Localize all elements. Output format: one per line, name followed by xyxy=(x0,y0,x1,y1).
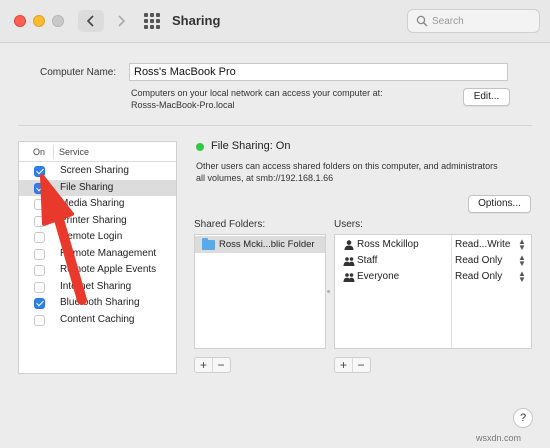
service-row-media-sharing[interactable]: Media Sharing xyxy=(19,196,176,213)
forward-button[interactable] xyxy=(108,10,134,32)
chevron-left-icon xyxy=(86,15,94,27)
window-title: Sharing xyxy=(172,13,221,28)
service-label: Media Sharing xyxy=(60,198,125,209)
add-folder-button[interactable]: + xyxy=(195,358,212,372)
service-row-remote-management[interactable]: Remote Management xyxy=(19,246,176,263)
service-row-printer-sharing[interactable]: Printer Sharing xyxy=(19,213,176,230)
list-splitter-handle[interactable] xyxy=(327,290,330,293)
chevron-up-down-icon: ▲ ▼ xyxy=(518,269,526,284)
service-label: Remote Management xyxy=(60,247,157,259)
computer-name-label: Computer Name: xyxy=(40,67,117,78)
group-icon xyxy=(343,257,355,266)
content-caching-checkbox[interactable] xyxy=(34,314,45,326)
chevron-up-down-icon: ▲ ▼ xyxy=(518,253,526,268)
computer-local-address: Rosss-MacBook-Pro.local xyxy=(131,100,235,110)
service-row-remote-login[interactable]: Remote Login xyxy=(19,229,176,246)
service-row-content-caching[interactable]: Content Caching xyxy=(19,312,176,329)
file-sharing-status: File Sharing: On xyxy=(211,140,291,152)
remove-user-button[interactable]: − xyxy=(352,358,369,372)
group-icon xyxy=(343,273,355,282)
back-button[interactable] xyxy=(78,10,104,32)
shared-folder-row[interactable]: Ross Mcki...blic Folder xyxy=(195,236,325,253)
remote-apple-events-checkbox[interactable] xyxy=(34,265,45,276)
remove-folder-button[interactable]: − xyxy=(212,358,229,372)
watermark: wsxdn.com xyxy=(476,433,522,443)
service-label: Content Caching xyxy=(60,313,135,325)
separator xyxy=(18,125,532,126)
shared-folder-name: Ross Mcki...blic Folder xyxy=(219,239,315,250)
options-button[interactable]: Options... xyxy=(468,195,531,213)
user-name: Ross Mckillop xyxy=(357,239,419,250)
description-line: all volumes, at smb://192.168.1.66 xyxy=(196,173,334,183)
users-list: Ross Mckillop Read...Write ▲ ▼ Staff Read… xyxy=(334,234,532,349)
computer-name-info: Computers on your local network can acce… xyxy=(131,87,441,111)
user-name: Staff xyxy=(357,255,378,266)
service-list-header: On Service xyxy=(19,142,176,162)
edit-button[interactable]: Edit... xyxy=(463,88,510,106)
chevron-up-down-icon: ▲ ▼ xyxy=(518,237,526,252)
service-row-screen-sharing[interactable]: Screen Sharing xyxy=(19,163,176,180)
toolbar: Sharing xyxy=(0,0,550,43)
user-permission-select[interactable]: Read...Write xyxy=(455,239,510,250)
file-sharing-checkbox[interactable] xyxy=(34,182,45,194)
shared-folders-label: Shared Folders: xyxy=(194,219,266,230)
user-row[interactable]: Ross Mckillop Read...Write ▲ ▼ xyxy=(335,237,531,253)
bluetooth-sharing-checkbox[interactable] xyxy=(34,298,45,309)
help-button[interactable]: ? xyxy=(513,408,533,428)
user-row[interactable]: Staff Read Only ▲ ▼ xyxy=(335,253,531,269)
service-label: File Sharing xyxy=(60,181,114,193)
service-label: Remote Login xyxy=(60,231,123,242)
service-label: Internet Sharing xyxy=(60,280,132,292)
service-label: Remote Apple Events xyxy=(60,264,157,275)
user-permission-select[interactable]: Read Only xyxy=(455,271,502,282)
search-input[interactable] xyxy=(432,13,532,29)
minimize-window-button[interactable] xyxy=(33,15,45,27)
internet-sharing-checkbox[interactable] xyxy=(34,281,45,293)
shared-folders-list: Ross Mcki...blic Folder xyxy=(194,234,326,349)
service-row-bluetooth-sharing[interactable]: Bluetooth Sharing xyxy=(19,295,176,312)
folder-icon xyxy=(202,238,215,250)
service-label: Bluetooth Sharing xyxy=(60,297,140,308)
service-label: Screen Sharing xyxy=(60,165,129,176)
user-permission-select[interactable]: Read Only xyxy=(455,255,502,266)
close-window-button[interactable] xyxy=(14,15,26,27)
search-box[interactable] xyxy=(407,9,540,33)
user-row[interactable]: Everyone Read Only ▲ ▼ xyxy=(335,269,531,285)
header-divider xyxy=(53,145,54,159)
computer-name-info-line: Computers on your local network can acce… xyxy=(131,88,383,98)
printer-sharing-checkbox[interactable] xyxy=(34,215,45,227)
remote-login-checkbox[interactable] xyxy=(34,232,45,243)
computer-name-field[interactable] xyxy=(129,63,508,81)
show-all-grid-icon[interactable] xyxy=(144,13,160,29)
header-on[interactable]: On xyxy=(33,147,45,157)
service-row-remote-apple-events[interactable]: Remote Apple Events xyxy=(19,262,176,279)
header-service[interactable]: Service xyxy=(59,147,89,157)
status-indicator-dot xyxy=(196,143,204,151)
service-row-file-sharing[interactable]: File Sharing xyxy=(19,179,176,196)
folders-add-remove-control: + − xyxy=(194,357,231,373)
media-sharing-checkbox[interactable] xyxy=(34,199,45,210)
service-list: On Service Screen Sharing File Sharing M… xyxy=(18,141,177,374)
service-label: Printer Sharing xyxy=(60,214,127,226)
chevron-right-icon xyxy=(118,15,126,27)
add-user-button[interactable]: + xyxy=(335,358,352,372)
remote-management-checkbox[interactable] xyxy=(34,248,45,260)
service-row-internet-sharing[interactable]: Internet Sharing xyxy=(19,279,176,296)
screen-sharing-checkbox[interactable] xyxy=(34,166,45,177)
file-sharing-description: Other users can access shared folders on… xyxy=(196,160,536,184)
search-icon xyxy=(416,15,428,27)
description-line: Other users can access shared folders on… xyxy=(196,161,498,171)
person-icon xyxy=(344,240,354,250)
zoom-window-button[interactable] xyxy=(52,15,64,27)
user-name: Everyone xyxy=(357,271,400,282)
users-add-remove-control: + − xyxy=(334,357,371,373)
users-label: Users: xyxy=(334,219,363,230)
